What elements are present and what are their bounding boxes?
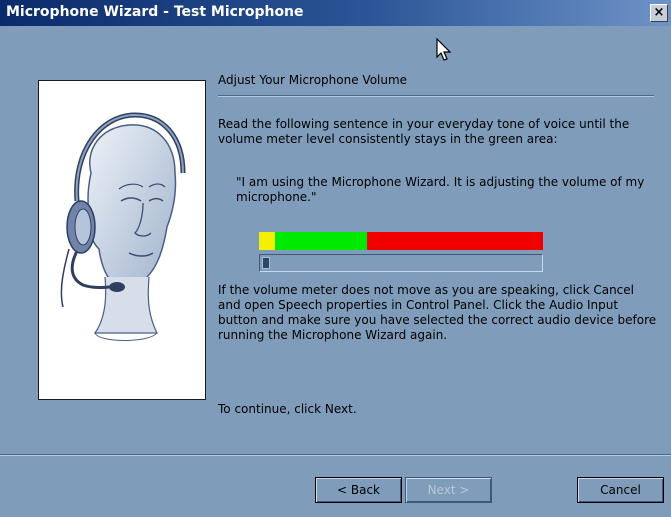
volume-level-fill xyxy=(262,257,270,269)
step-heading: Adjust Your Microphone Volume xyxy=(218,73,408,87)
continue-hint: To continue, click Next. xyxy=(218,402,357,416)
troubleshooting-text: If the volume meter does not move as you… xyxy=(218,283,657,342)
heading-divider xyxy=(218,95,654,97)
test-sentence: "I am using the Microphone Wizard. It is… xyxy=(236,175,645,204)
cancel-button[interactable]: Cancel xyxy=(577,477,664,503)
next-button[interactable]: Next > xyxy=(405,477,492,503)
mouse-pointer-icon xyxy=(436,37,454,64)
instruction-text: Read the following sentence in your ever… xyxy=(218,117,630,146)
window-title: Microphone Wizard - Test Microphone xyxy=(6,4,304,20)
headset-head-illustration xyxy=(38,80,206,400)
title-bar[interactable]: Microphone Wizard - Test Microphone × xyxy=(0,0,671,26)
back-button[interactable]: < Back xyxy=(315,477,402,503)
close-icon[interactable]: × xyxy=(650,4,668,22)
microphone-wizard-window: Microphone Wizard - Test Microphone × Ad… xyxy=(0,0,671,517)
volume-meter-scale xyxy=(259,232,543,250)
volume-zone-good xyxy=(275,232,367,250)
footer-divider xyxy=(0,454,671,456)
volume-level-indicator xyxy=(259,254,543,272)
volume-zone-high xyxy=(367,232,543,250)
volume-zone-low xyxy=(259,232,275,250)
